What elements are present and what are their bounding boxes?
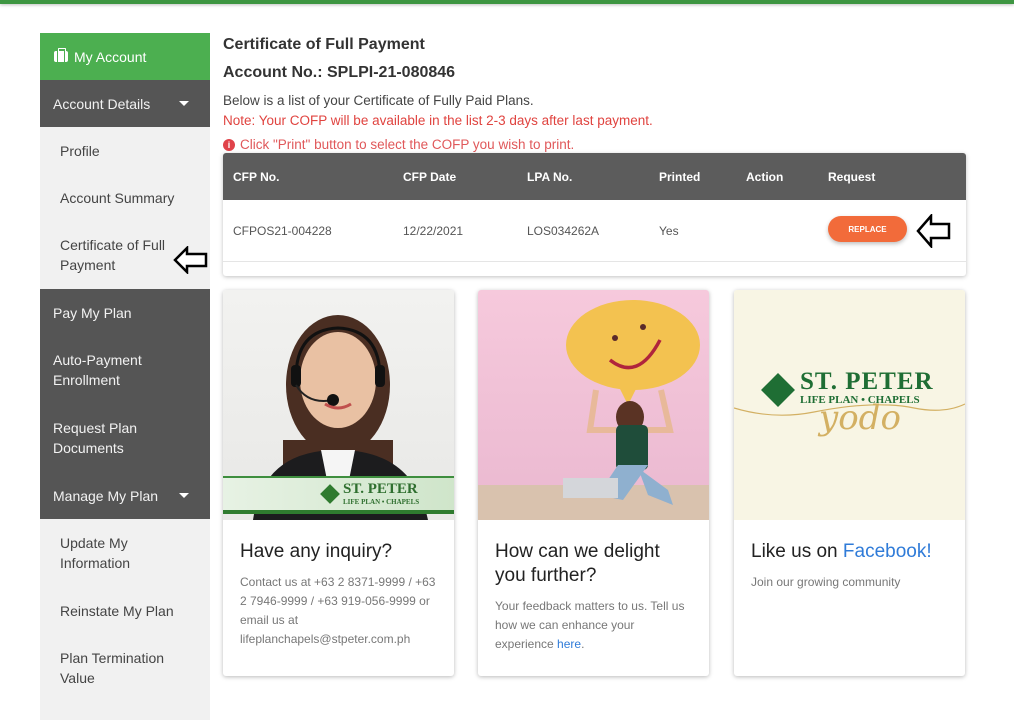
smiley-speech-bubble-image <box>478 290 709 520</box>
sidebar-item-label: Account Details <box>53 95 151 112</box>
caret-down-icon <box>179 493 189 498</box>
st-peter-logo-icon <box>320 484 340 504</box>
cell-cfp-no: CFPOS21-004228 <box>233 223 332 238</box>
sidebar-item-label: Plan Termination Value <box>60 650 165 686</box>
st-peter-yodo-image: ST. PETER LIFE PLAN • CHAPELS yodo <box>734 290 965 520</box>
logo-brand: ST. PETER <box>800 368 934 395</box>
table-header: CFP No. CFP Date LPA No. Printed Action … <box>223 153 966 200</box>
annotation-arrow-left-icon <box>173 246 208 274</box>
sidebar-item-manage-my-plan[interactable]: Manage My Plan <box>40 472 210 519</box>
sidebar-item-account-summary[interactable]: Account Summary <box>40 174 210 221</box>
print-hint: i Click "Print" button to select the COF… <box>223 135 966 155</box>
sidebar-item-label: Manage My Plan <box>53 487 159 504</box>
feedback-card: How can we delight you further? Your fee… <box>478 290 709 676</box>
sidebar-item-auto-payment-enrollment[interactable]: Auto-Payment Enrollment <box>40 336 210 404</box>
page-description: Below is a list of your Certificate of F… <box>223 93 534 108</box>
cfp-table: CFP No. CFP Date LPA No. Printed Action … <box>223 153 966 276</box>
page-title: Certificate of Full Payment <box>223 36 425 53</box>
sidebar-item-label: Request Plan Documents <box>53 420 138 456</box>
cell-printed: Yes <box>659 223 679 238</box>
card-text-before: Your feedback matters to us. Tell us how… <box>495 599 685 651</box>
caret-down-icon <box>179 101 189 106</box>
column-header-request: Request <box>828 169 876 184</box>
sidebar-item-reinstate-my-plan[interactable]: Reinstate My Plan <box>40 587 210 634</box>
sidebar-item-label: Account Summary <box>60 189 175 206</box>
st-peter-banner: ST. PETER LIFE PLAN • CHAPELS <box>223 476 454 514</box>
facebook-link[interactable]: Facebook! <box>843 541 932 562</box>
sidebar-item-account-details[interactable]: Account Details <box>40 80 210 127</box>
card-text: Your feedback matters to us. Tell us how… <box>495 597 692 654</box>
sidebar-item-label: Update My Information <box>60 535 131 571</box>
column-header-printed: Printed <box>659 169 701 184</box>
customer-service-agent-image: ST. PETER LIFE PLAN • CHAPELS <box>223 290 454 520</box>
sidebar-item-update-my-information[interactable]: Update My Information <box>40 519 210 587</box>
sidebar-item-label: Auto-Payment Enrollment <box>53 352 142 388</box>
banner-brand: ST. PETER <box>343 481 418 497</box>
sidebar-item-request-plan-documents[interactable]: Request Plan Documents <box>40 404 210 472</box>
cell-cfp-date: 12/22/2021 <box>403 223 464 238</box>
sidebar-item-profile[interactable]: Profile <box>40 127 210 174</box>
card-title-text: Like us on <box>751 541 843 562</box>
column-header-action: Action <box>746 169 784 184</box>
column-header-cfp-date: CFP Date <box>403 169 457 184</box>
cell-lpa-no: LOS034262A <box>527 223 600 238</box>
replace-button[interactable]: REPLACE <box>828 216 907 242</box>
sidebar-item-plan-termination-value[interactable]: Plan Termination Value <box>40 634 210 702</box>
column-header-lpa-no: LPA No. <box>527 169 573 184</box>
card-title: How can we delight you further? <box>495 541 660 586</box>
sidebar: My Account Account Details Profile Accou… <box>40 33 210 720</box>
column-header-cfp-no: CFP No. <box>233 169 280 184</box>
info-icon: i <box>223 139 235 151</box>
feedback-here-link[interactable]: here <box>557 637 581 651</box>
print-hint-text: Click "Print" button to select the COFP … <box>240 137 575 152</box>
card-text: Join our growing community <box>751 575 901 589</box>
availability-note: Note: Your COFP will be available in the… <box>223 113 653 128</box>
logo-script: yodo <box>819 398 901 438</box>
card-text: Contact us at +63 2 8371-9999 / +63 2 79… <box>240 575 436 646</box>
main-content: Certificate of Full Payment Account No.:… <box>223 33 966 676</box>
account-number: Account No.: SPLPI-21-080846 <box>223 64 456 81</box>
facebook-card: ST. PETER LIFE PLAN • CHAPELS yodo Like … <box>734 290 965 676</box>
top-accent-bar <box>0 0 1014 4</box>
sidebar-header-my-account[interactable]: My Account <box>40 33 210 80</box>
banner-subtitle: LIFE PLAN • CHAPELS <box>343 498 420 506</box>
sidebar-header-label: My Account <box>74 48 147 65</box>
sidebar-item-label: Certificate of Full Payment <box>60 237 166 273</box>
card-title: Like us on Facebook! <box>751 540 948 564</box>
sidebar-item-label: Pay My Plan <box>53 304 132 321</box>
card-title: Have any inquiry? <box>240 541 393 562</box>
annotation-arrow-left-icon <box>916 214 951 248</box>
sidebar-item-pay-my-plan[interactable]: Pay My Plan <box>40 289 210 336</box>
sidebar-item-label: Profile <box>60 142 100 159</box>
table-row: CFPOS21-004228 12/22/2021 LOS034262A Yes… <box>223 200 966 262</box>
inquiry-card: ST. PETER LIFE PLAN • CHAPELS Have any i… <box>223 290 454 676</box>
card-text-after: . <box>581 637 585 651</box>
briefcase-icon <box>54 48 68 62</box>
sidebar-item-label: Reinstate My Plan <box>60 602 174 619</box>
